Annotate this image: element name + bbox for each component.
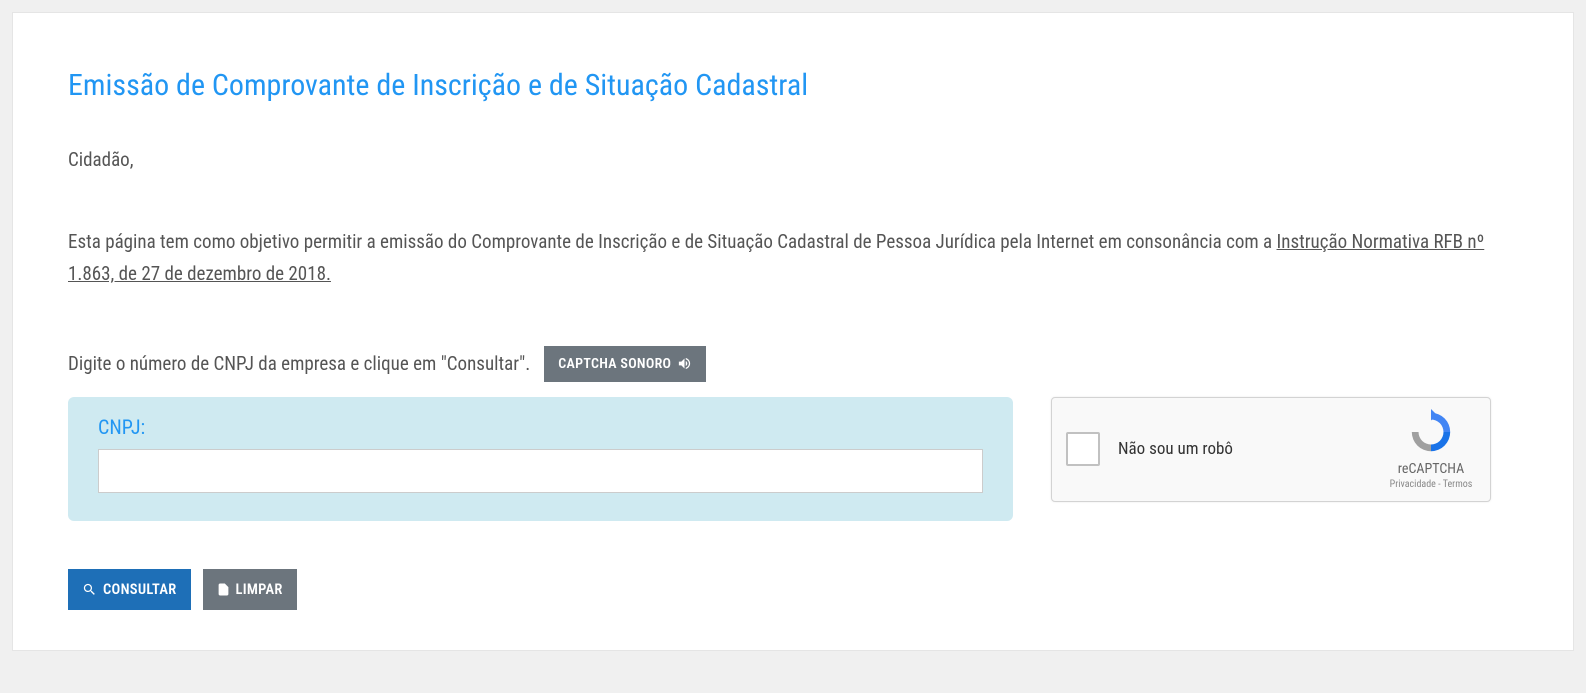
intro-prefix: Esta página tem como objetivo permitir a… (68, 230, 1277, 253)
recaptcha-icon (1407, 408, 1455, 456)
greeting-text: Cidadão, (68, 148, 1518, 171)
captcha-audio-label: CAPTCHA SONORO (558, 356, 671, 372)
captcha-audio-button[interactable]: CAPTCHA SONORO (544, 346, 706, 382)
consultar-label: CONSULTAR (103, 581, 177, 598)
recaptcha-privacy-link[interactable]: Privacidade (1390, 479, 1436, 490)
recaptcha-label: Não sou um robô (1118, 439, 1386, 459)
consultar-button[interactable]: CONSULTAR (68, 569, 191, 610)
recaptcha-checkbox[interactable] (1066, 432, 1100, 466)
action-row: CONSULTAR LIMPAR (68, 569, 1518, 610)
recaptcha-branding: reCAPTCHA Privacidade - Termos (1386, 408, 1476, 490)
intro-text: Esta página tem como objetivo permitir a… (68, 226, 1518, 291)
recaptcha-brand: reCAPTCHA (1386, 461, 1476, 477)
page-title: Emissão de Comprovante de Inscrição e de… (68, 68, 1518, 103)
search-icon (82, 582, 97, 597)
limpar-label: LIMPAR (236, 581, 283, 598)
cnpj-panel: CNPJ: (68, 397, 1013, 521)
form-row: CNPJ: Não sou um robô reCAPTCHA Privacid… (68, 397, 1518, 521)
volume-icon (677, 356, 692, 371)
main-card: Emissão de Comprovante de Inscrição e de… (12, 12, 1574, 651)
limpar-button[interactable]: LIMPAR (203, 569, 297, 610)
cnpj-label: CNPJ: (98, 415, 983, 439)
instruction-text: Digite o número de CNPJ da empresa e cli… (68, 352, 530, 375)
recaptcha-widget: Não sou um robô reCAPTCHA Privacidade - … (1051, 397, 1491, 502)
instruction-row: Digite o número de CNPJ da empresa e cli… (68, 346, 1518, 382)
cnpj-input[interactable] (98, 449, 983, 493)
recaptcha-terms-link[interactable]: Termos (1443, 479, 1473, 490)
document-icon (217, 583, 230, 596)
recaptcha-links: Privacidade - Termos (1386, 479, 1476, 490)
